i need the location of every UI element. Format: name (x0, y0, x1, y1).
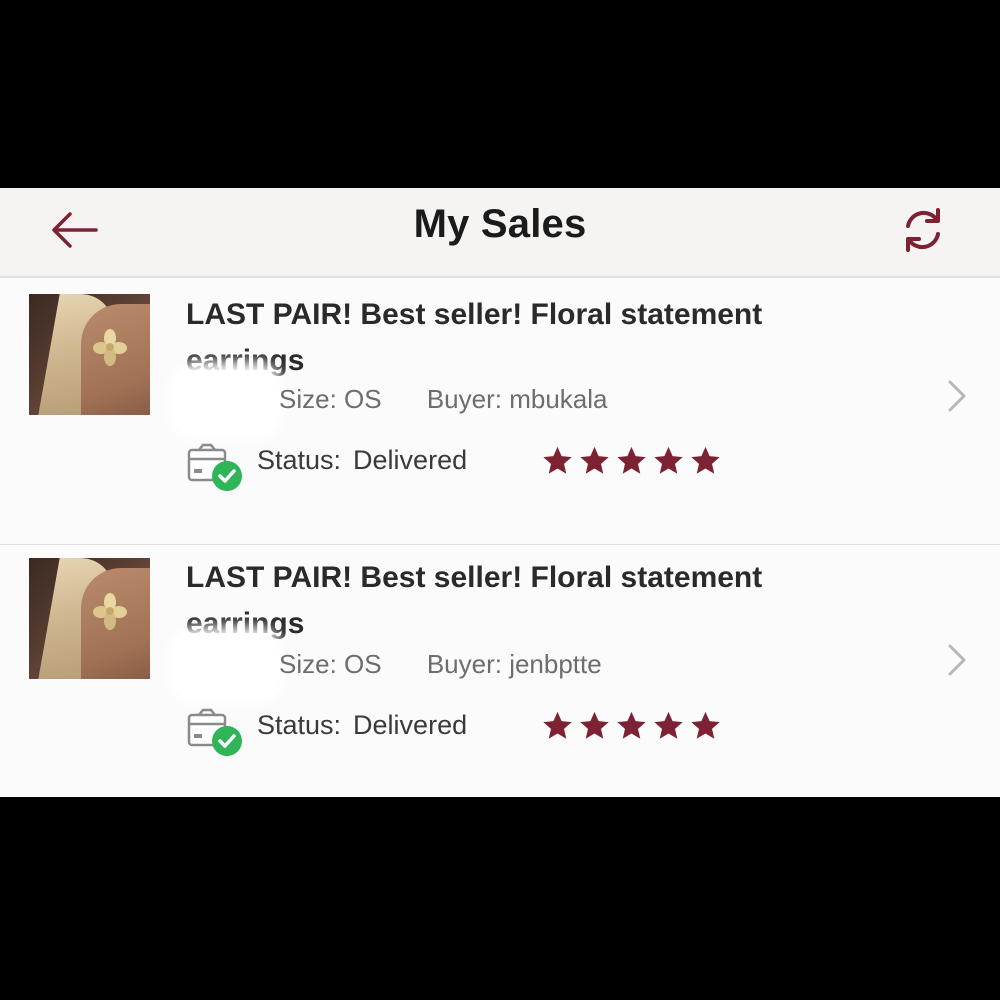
chevron-right-icon[interactable] (942, 642, 972, 678)
size-text: Size: OS (279, 384, 382, 414)
redacted-price (178, 637, 274, 695)
navigation-header: My Sales (0, 188, 1000, 278)
status-value: Delivered (353, 445, 468, 475)
refresh-button[interactable] (896, 200, 950, 260)
sale-list-item[interactable]: LAST PAIR! Best seller! Floral statement… (0, 545, 1000, 797)
delivered-package-icon (187, 708, 242, 756)
status-value: Delivered (353, 710, 468, 740)
floral-earring-image (93, 329, 127, 366)
rating-stars (540, 709, 723, 743)
size-text: Size: OS (279, 649, 382, 679)
listing-title: LAST PAIR! Best seller! Floral statement… (186, 561, 763, 640)
status-label: Status: (257, 710, 342, 740)
star-icon (580, 711, 609, 739)
screenshot-frame: My Sales LAST PAIR! Best seller! Floral … (0, 0, 1000, 1000)
app-screen: My Sales LAST PAIR! Best seller! Floral … (0, 188, 1000, 797)
rating-stars (540, 444, 723, 478)
product-thumbnail (29, 294, 150, 415)
product-thumbnail (29, 558, 150, 679)
listing-meta: Size: OS Buyer: jenbptte (279, 649, 602, 680)
delivered-package-icon (187, 443, 242, 491)
star-icon (543, 446, 572, 474)
sale-list-item[interactable]: LAST PAIR! Best seller! Floral statement… (0, 278, 1000, 544)
floral-earring-image (93, 593, 127, 630)
star-icon (617, 711, 646, 739)
arrow-left-icon (52, 212, 98, 248)
star-icon (654, 446, 683, 474)
star-icon (691, 446, 720, 474)
buyer-text: Buyer: mbukala (426, 384, 608, 414)
star-icon (617, 446, 646, 474)
listing-meta: Size: OS Buyer: mbukala (279, 384, 607, 415)
star-icon (654, 711, 683, 739)
buyer-text: Buyer: jenbptte (426, 649, 602, 679)
status-label: Status: (257, 445, 342, 475)
chevron-right-icon[interactable] (942, 378, 972, 414)
redacted-price (178, 372, 274, 430)
star-icon (691, 711, 720, 739)
page-title: My Sales (413, 202, 587, 246)
star-icon (543, 711, 572, 739)
back-button[interactable] (48, 202, 102, 258)
order-status: Status: Delivered (257, 710, 467, 741)
star-icon (580, 446, 609, 474)
listing-title: LAST PAIR! Best seller! Floral statement… (186, 298, 763, 377)
order-status: Status: Delivered (257, 445, 467, 476)
refresh-icon (906, 208, 940, 252)
